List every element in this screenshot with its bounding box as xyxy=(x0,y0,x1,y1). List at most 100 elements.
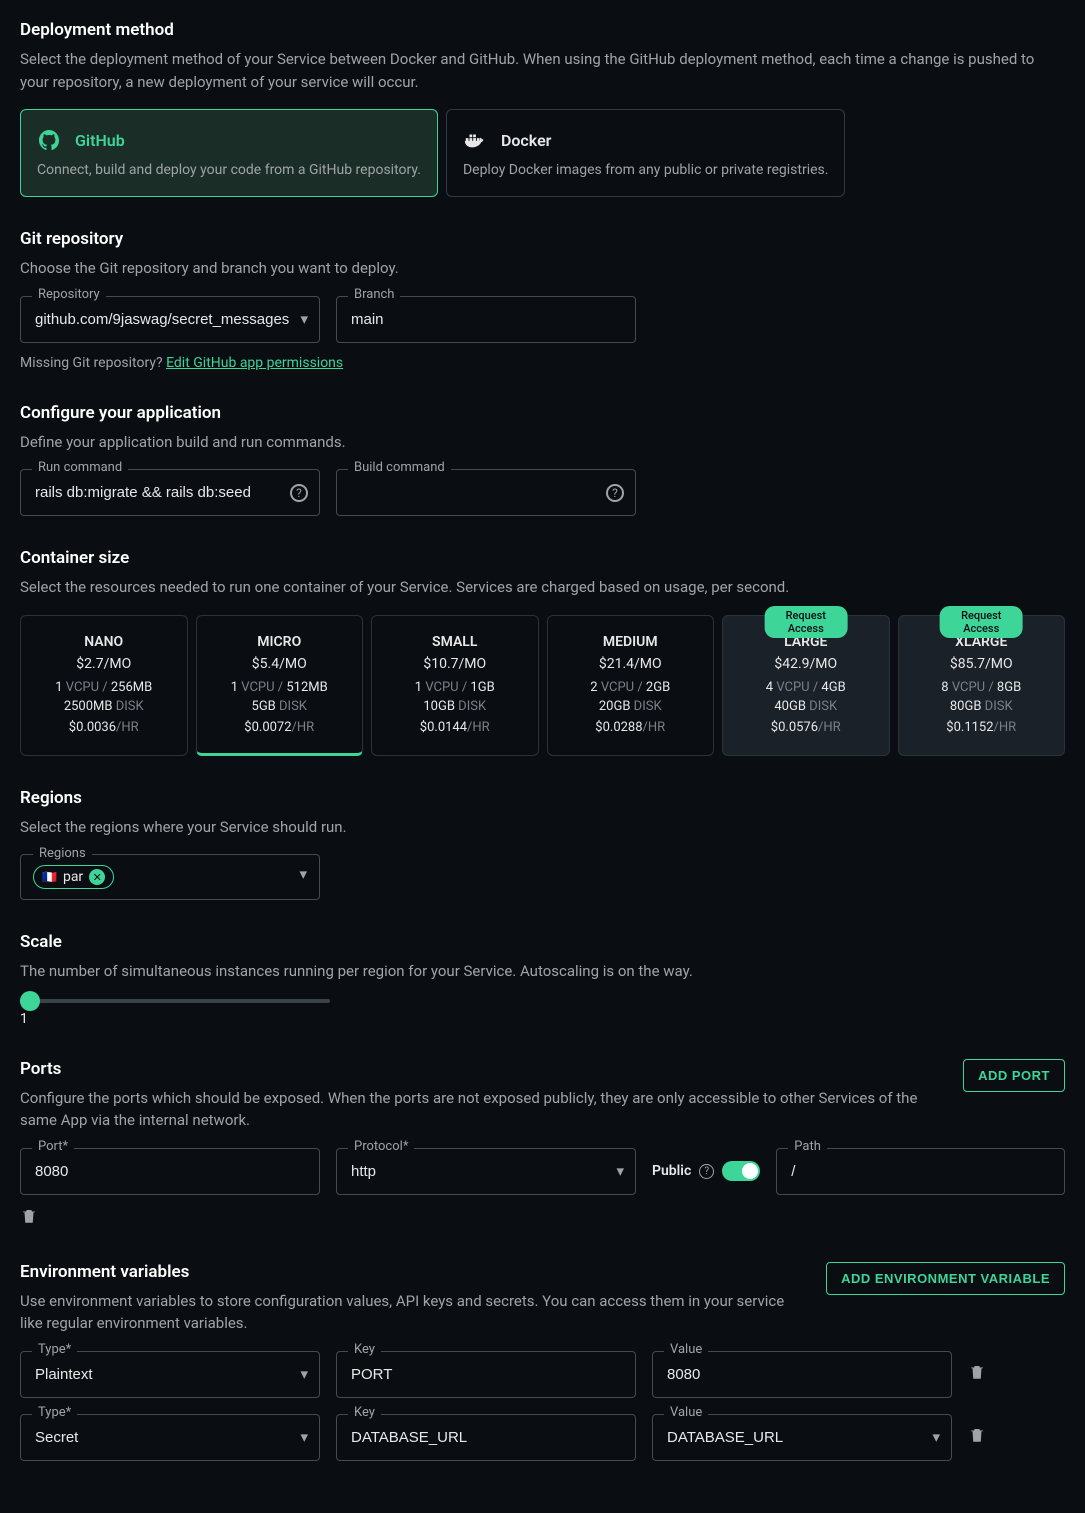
git-section: Git repository Choose the Git repository… xyxy=(20,229,1065,371)
env-value-label: Value xyxy=(664,1342,708,1357)
path-field: Path xyxy=(776,1148,1065,1195)
delete-port-button[interactable] xyxy=(20,1209,38,1230)
git-desc: Choose the Git repository and branch you… xyxy=(20,257,1065,280)
env-type-label: Type* xyxy=(32,1405,77,1420)
help-icon[interactable]: ? xyxy=(606,484,624,502)
size-name: MICRO xyxy=(205,634,355,650)
run-command-field: Run command ? xyxy=(20,469,320,516)
env-row: Type* ▾ Key Value xyxy=(20,1351,1065,1398)
path-label: Path xyxy=(788,1139,827,1154)
container-desc: Select the resources needed to run one c… xyxy=(20,576,1065,599)
size-card-medium[interactable]: MEDIUM$21.4/MO2 VCPU / 2GB20GB DISK$0.02… xyxy=(547,615,715,756)
deployment-title: Deployment method xyxy=(20,20,1065,40)
method-github-sub: Connect, build and deploy your code from… xyxy=(37,162,421,178)
env-value-label: Value xyxy=(664,1405,708,1420)
deployment-section: Deployment method Select the deployment … xyxy=(20,20,1065,197)
size-card-micro[interactable]: MICRO$5.4/MO1 VCPU / 512MB5GB DISK$0.007… xyxy=(196,615,364,756)
chevron-down-icon: ▾ xyxy=(299,865,307,889)
public-label: Public xyxy=(652,1163,691,1179)
path-input[interactable] xyxy=(776,1148,1065,1195)
size-price: $2.7/MO xyxy=(29,656,179,672)
scale-section: Scale The number of simultaneous instanc… xyxy=(20,932,1065,1027)
env-key-input[interactable] xyxy=(336,1351,636,1398)
scale-slider[interactable] xyxy=(20,999,330,1003)
size-card-nano[interactable]: NANO$2.7/MO1 VCPU / 256MB2500MB DISK$0.0… xyxy=(20,615,188,756)
add-env-button[interactable]: ADD ENVIRONMENT VARIABLE xyxy=(826,1262,1065,1295)
build-input[interactable] xyxy=(336,469,636,516)
size-card-large[interactable]: Request AccessLARGE$42.9/MO4 VCPU / 4GB4… xyxy=(722,615,890,756)
region-chip-label: par xyxy=(63,869,83,885)
public-toggle[interactable] xyxy=(722,1161,760,1181)
port-input[interactable] xyxy=(20,1148,320,1195)
size-cards: NANO$2.7/MO1 VCPU / 256MB2500MB DISK$0.0… xyxy=(20,615,1065,756)
flag-icon: 🇫🇷 xyxy=(42,870,57,884)
add-port-button[interactable]: ADD PORT xyxy=(963,1059,1065,1092)
remove-icon[interactable]: ✕ xyxy=(89,869,105,885)
scale-value: 1 xyxy=(20,1011,1065,1027)
delete-env-button[interactable] xyxy=(968,1426,986,1449)
env-title: Environment variables xyxy=(20,1262,806,1282)
run-input[interactable] xyxy=(20,469,320,516)
method-docker[interactable]: Docker Deploy Docker images from any pub… xyxy=(446,109,846,197)
config-desc: Define your application build and run co… xyxy=(20,431,1065,454)
delete-env-button[interactable] xyxy=(968,1363,986,1386)
docker-icon xyxy=(463,128,487,152)
repo-input[interactable] xyxy=(20,296,320,343)
github-icon xyxy=(37,128,61,152)
method-github-title: GitHub xyxy=(75,131,125,150)
size-disk: 40GB DISK xyxy=(731,699,881,714)
env-key-label: Key xyxy=(348,1342,381,1357)
request-access-badge: Request Access xyxy=(764,606,847,638)
env-value-input[interactable] xyxy=(652,1351,952,1398)
regions-title: Regions xyxy=(20,788,1065,808)
env-row: Type* ▾ Key Value ▾ xyxy=(20,1414,1065,1461)
env-type-field: Type* ▾ xyxy=(20,1351,320,1398)
help-icon[interactable]: ? xyxy=(290,484,308,502)
method-docker-sub: Deploy Docker images from any public or … xyxy=(463,162,829,178)
git-hint: Missing Git repository? Edit GitHub app … xyxy=(20,355,1065,371)
regions-select[interactable]: Regions 🇫🇷 par ✕ ▾ xyxy=(20,854,320,900)
regions-label: Regions xyxy=(33,846,92,861)
size-cpu: 1 VCPU / 1GB xyxy=(380,680,530,695)
size-hr: $0.1152/HR xyxy=(907,720,1057,735)
size-cpu: 2 VCPU / 2GB xyxy=(556,680,706,695)
regions-section: Regions Select the regions where your Se… xyxy=(20,788,1065,901)
branch-input[interactable] xyxy=(336,296,636,343)
config-section: Configure your application Define your a… xyxy=(20,403,1065,517)
env-value-input[interactable] xyxy=(652,1414,952,1461)
edit-permissions-link[interactable]: Edit GitHub app permissions xyxy=(166,355,343,371)
build-command-field: Build command ? xyxy=(336,469,636,516)
slider-thumb[interactable] xyxy=(20,991,40,1011)
help-icon[interactable]: ? xyxy=(699,1164,714,1179)
container-section: Container size Select the resources need… xyxy=(20,548,1065,756)
method-docker-title: Docker xyxy=(501,131,551,150)
env-key-input[interactable] xyxy=(336,1414,636,1461)
size-hr: $0.0576/HR xyxy=(731,720,881,735)
env-section: Environment variables Use environment va… xyxy=(20,1262,1065,1461)
size-disk: 20GB DISK xyxy=(556,699,706,714)
env-type-input[interactable] xyxy=(20,1414,320,1461)
size-card-small[interactable]: SMALL$10.7/MO1 VCPU / 1GB10GB DISK$0.014… xyxy=(371,615,539,756)
protocol-input[interactable] xyxy=(336,1148,636,1195)
size-price: $5.4/MO xyxy=(205,656,355,672)
env-key-label: Key xyxy=(348,1405,381,1420)
region-chip[interactable]: 🇫🇷 par ✕ xyxy=(33,865,114,889)
ports-desc: Configure the ports which should be expo… xyxy=(20,1087,943,1132)
size-hr: $0.0036/HR xyxy=(29,720,179,735)
size-cpu: 1 VCPU / 256MB xyxy=(29,680,179,695)
branch-field: Branch xyxy=(336,296,636,343)
env-key-field: Key xyxy=(336,1414,636,1461)
env-value-field: Value ▾ xyxy=(652,1414,952,1461)
ports-title: Ports xyxy=(20,1059,943,1079)
deployment-methods: GitHub Connect, build and deploy your co… xyxy=(20,109,1065,197)
scale-desc: The number of simultaneous instances run… xyxy=(20,960,1065,983)
container-title: Container size xyxy=(20,548,1065,568)
deployment-desc: Select the deployment method of your Ser… xyxy=(20,48,1065,93)
env-type-input[interactable] xyxy=(20,1351,320,1398)
size-disk: 5GB DISK xyxy=(205,699,355,714)
env-desc: Use environment variables to store confi… xyxy=(20,1290,806,1335)
size-card-xlarge[interactable]: Request AccessXLARGE$85.7/MO8 VCPU / 8GB… xyxy=(898,615,1066,756)
branch-label: Branch xyxy=(348,287,400,302)
method-github[interactable]: GitHub Connect, build and deploy your co… xyxy=(20,109,438,197)
config-title: Configure your application xyxy=(20,403,1065,423)
